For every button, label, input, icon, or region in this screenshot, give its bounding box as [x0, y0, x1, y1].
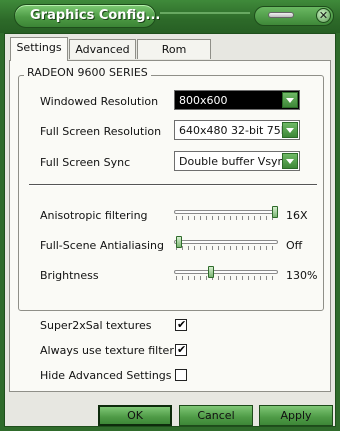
windowed-resolution-value: 800x600 — [179, 94, 228, 107]
anisotropic-slider[interactable] — [174, 204, 278, 224]
slider-track — [174, 210, 278, 214]
slider-thumb[interactable] — [207, 266, 214, 278]
check-icon: ✔ — [177, 343, 187, 356]
chevron-down-icon[interactable] — [282, 92, 298, 108]
group-title: RADEON 9600 SERIES — [24, 66, 151, 79]
ok-button[interactable]: OK — [98, 405, 172, 426]
texture-filter-label: Always use texture filter — [40, 344, 174, 357]
dialog-body: Settings Advanced Rom Settings RADEON 96… — [4, 33, 336, 427]
title-divider — [160, 12, 250, 14]
apply-button[interactable]: Apply — [259, 405, 333, 426]
windowed-resolution-select[interactable]: 800x600 — [174, 90, 300, 110]
antialiasing-slider[interactable] — [174, 234, 278, 254]
slider-ticks — [176, 246, 276, 250]
windowed-resolution-label: Windowed Resolution — [40, 95, 159, 108]
brightness-label: Brightness — [40, 269, 99, 282]
slider-track — [174, 270, 278, 274]
super2xsal-checkbox[interactable]: ✔ — [175, 318, 187, 331]
anisotropic-value: 16X — [286, 209, 308, 222]
slider-track — [174, 240, 278, 244]
slider-ticks — [176, 276, 276, 280]
hide-advanced-checkbox[interactable] — [175, 369, 187, 381]
texture-filter-checkbox[interactable]: ✔ — [175, 343, 187, 356]
settings-panel: RADEON 9600 SERIES Windowed Resolution 8… — [9, 60, 331, 392]
chevron-down-icon[interactable] — [282, 122, 298, 138]
adapter-group: Windowed Resolution 800x600 Full Screen … — [18, 75, 324, 311]
check-icon: ✔ — [177, 318, 187, 331]
close-icon: ✕ — [318, 9, 329, 22]
antialiasing-label: Full-Scene Antialiasing — [40, 239, 165, 252]
fullscreen-resolution-value: 640x480 32-bit 75Hz — [179, 124, 295, 137]
group-separator — [29, 184, 317, 186]
antialiasing-value: Off — [286, 239, 303, 252]
tab-settings[interactable]: Settings — [10, 37, 68, 61]
title-bar[interactable]: Graphics Config... ✕ — [0, 0, 340, 33]
anisotropic-label: Anisotropic filtering — [40, 209, 148, 222]
close-button[interactable]: ✕ — [316, 8, 331, 23]
brightness-value: 130% — [286, 269, 318, 282]
slider-thumb[interactable] — [272, 206, 278, 218]
slider-ticks — [176, 216, 276, 220]
fullscreen-sync-label: Full Screen Sync — [40, 156, 131, 169]
super2xsal-label: Super2xSal textures — [40, 319, 152, 332]
fullscreen-resolution-label: Full Screen Resolution — [40, 125, 162, 138]
cancel-button[interactable]: Cancel — [179, 405, 253, 426]
minimize-button[interactable] — [268, 12, 294, 18]
fullscreen-sync-value: Double buffer Vsync — [179, 155, 291, 168]
slider-thumb[interactable] — [176, 236, 182, 248]
fullscreen-resolution-select[interactable]: 640x480 32-bit 75Hz — [174, 120, 300, 140]
window-title: Graphics Config... — [30, 8, 161, 23]
fullscreen-sync-select[interactable]: Double buffer Vsync — [174, 151, 300, 171]
hide-advanced-label: Hide Advanced Settings — [40, 369, 172, 382]
chevron-down-icon[interactable] — [282, 153, 298, 169]
tab-rom-settings[interactable]: Rom Settings — [137, 39, 211, 75]
brightness-slider[interactable] — [174, 264, 278, 284]
tab-advanced[interactable]: Advanced — [69, 39, 136, 59]
